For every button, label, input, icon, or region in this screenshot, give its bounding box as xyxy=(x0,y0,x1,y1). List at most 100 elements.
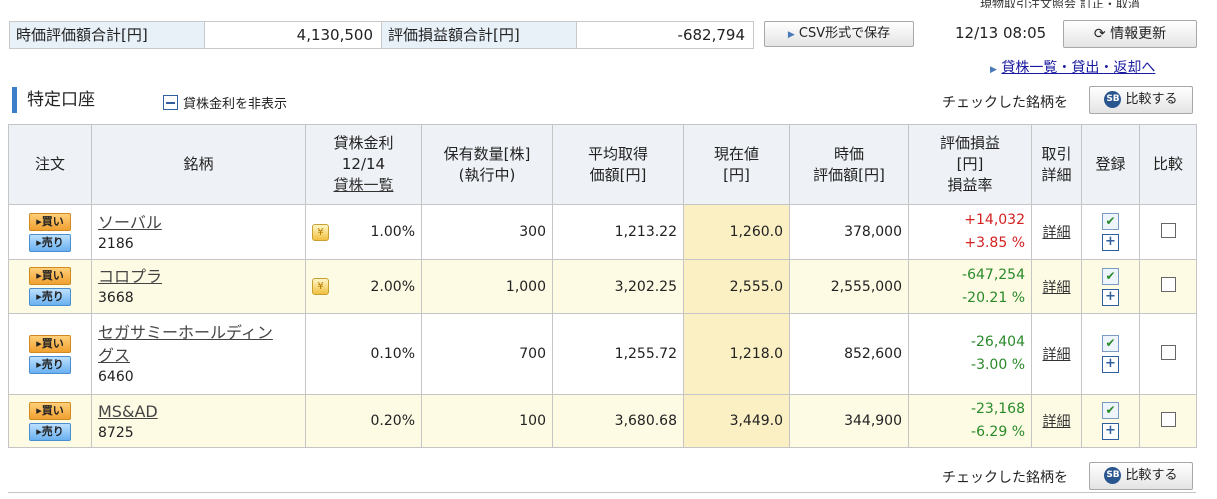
add-plus-icon[interactable]: + xyxy=(1102,356,1119,373)
detail-link[interactable]: 詳細 xyxy=(1043,347,1071,363)
holdings-table: 注文 銘柄 貸株金利 12/14 貸株一覧 保有数量[株] (執行中) 平均取得… xyxy=(8,124,1197,448)
current-price: 3,449.0 xyxy=(683,394,790,448)
buy-button[interactable]: ▸買い xyxy=(29,334,71,353)
current-price: 1,218.0 xyxy=(683,313,790,395)
buy-button[interactable]: ▸買い xyxy=(29,267,71,285)
sbi-icon: SB xyxy=(1104,467,1122,484)
sbi-icon: SB xyxy=(1104,91,1122,108)
lend-list-header-link[interactable]: 貸株一覧 xyxy=(333,176,393,194)
market-value: 2,555,000 xyxy=(789,259,909,314)
stock-name-link[interactable]: セガサミーホールディン グス xyxy=(98,323,273,365)
col-avg: 平均取得 価額[円] xyxy=(552,124,684,205)
compare-text-bottom: チェックした銘柄を xyxy=(942,470,1068,486)
compare-checkbox[interactable] xyxy=(1160,277,1176,292)
current-price: 1,260.0 xyxy=(683,204,790,260)
avg-price: 3,202.25 xyxy=(552,259,684,314)
section-title: 特定口座 xyxy=(12,87,95,113)
add-plus-icon[interactable]: + xyxy=(1102,423,1119,440)
table-row: ▸買い ▸売り セガサミーホールディン グス 6460 0.10% 700 1,2… xyxy=(8,313,1197,395)
current-price: 2,555.0 xyxy=(683,259,790,314)
profit-loss: -647,254 xyxy=(962,266,1025,283)
quantity: 1,000 xyxy=(421,259,553,314)
table-row: ▸買い ▸売り コロプラ 3668 ¥2.00% 1,000 3,202.25 … xyxy=(8,259,1197,314)
csv-save-button[interactable]: ▶ CSV形式で保存 xyxy=(764,21,914,47)
stock-name-link[interactable]: MS&AD xyxy=(98,402,158,421)
buy-button[interactable]: ▸買い xyxy=(29,212,71,231)
profit-loss-rate: +3.85 % xyxy=(964,235,1025,251)
lending-rate: 0.10% xyxy=(305,313,422,395)
minus-box-icon xyxy=(163,95,178,110)
market-value-label: 時価評価額合計[円] xyxy=(10,22,205,48)
market-value: 344,900 xyxy=(789,394,909,448)
order-inquiry-link[interactable]: 現物取引注文照会 訂正・取消 xyxy=(980,0,1140,8)
table-row: ▸買い ▸売り ソーバル 2186 ¥1.00% 300 1,213.22 1,… xyxy=(8,204,1197,260)
stock-code: 3668 xyxy=(98,290,134,306)
stock-code: 2186 xyxy=(98,235,134,252)
registered-check-icon[interactable]: ✔ xyxy=(1102,267,1119,285)
col-detail: 取引 詳細 xyxy=(1031,124,1082,205)
detail-link[interactable]: 詳細 xyxy=(1043,414,1071,430)
stock-name-link[interactable]: ソーバル xyxy=(98,213,162,232)
market-value: 378,000 xyxy=(789,204,909,260)
triangle-right-icon: ▶ xyxy=(990,65,997,75)
quantity: 300 xyxy=(421,204,553,260)
quantity: 100 xyxy=(421,394,553,448)
add-plus-icon[interactable]: + xyxy=(1102,234,1119,251)
lend-list-link[interactable]: ▶ 貸株一覧・貸出・返却へ xyxy=(990,57,1155,77)
lending-rate: 1.00% xyxy=(370,224,415,240)
avg-price: 3,680.68 xyxy=(552,394,684,448)
compare-button-bottom[interactable]: SB 比較する xyxy=(1089,462,1193,490)
profit-loss: -23,168 xyxy=(970,401,1025,417)
market-value: 4,130,500 xyxy=(205,22,382,48)
sell-button[interactable]: ▸売り xyxy=(29,355,71,374)
col-compare: 比較 xyxy=(1139,124,1197,205)
avg-price: 1,213.22 xyxy=(552,204,684,260)
summary-bar: 時価評価額合計[円] 4,130,500 評価損益額合計[円] -682,794 xyxy=(9,21,754,49)
col-name: 銘柄 xyxy=(91,124,306,205)
col-pl: 評価損益 [円] 損益率 xyxy=(908,124,1032,205)
compare-checkbox[interactable] xyxy=(1160,411,1176,427)
stock-code: 8725 xyxy=(98,424,134,441)
rate-toggle[interactable]: 貸株金利を非表示 xyxy=(163,93,287,112)
lending-rate: 2.00% xyxy=(370,278,415,295)
buy-button[interactable]: ▸買い xyxy=(29,401,71,420)
refresh-button[interactable]: ⟳ 情報更新 xyxy=(1063,20,1197,48)
sell-button[interactable]: ▸売り xyxy=(29,288,71,306)
profit-loss-rate: -20.21 % xyxy=(962,289,1025,306)
compare-button-top[interactable]: SB 比較する xyxy=(1089,86,1193,114)
lending-coin-icon: ¥ xyxy=(312,278,329,295)
timestamp: 12/13 08:05 xyxy=(955,24,1047,42)
registered-check-icon[interactable]: ✔ xyxy=(1102,335,1119,352)
profit-loss: -26,404 xyxy=(970,334,1025,350)
col-price: 現在値 [円] xyxy=(683,124,790,205)
profit-loss-rate: -6.29 % xyxy=(971,424,1025,440)
refresh-icon: ⟳ xyxy=(1093,26,1106,42)
divider xyxy=(8,492,1196,493)
compare-checkbox[interactable] xyxy=(1160,222,1176,238)
profit-loss: +14,032 xyxy=(964,212,1025,228)
triangle-right-icon: ▶ xyxy=(787,30,795,40)
table-row: ▸買い ▸売り MS&AD 8725 0.20% 100 3,680.68 3,… xyxy=(8,394,1197,448)
stock-code: 6460 xyxy=(98,369,134,385)
quantity: 700 xyxy=(421,313,553,395)
avg-price: 1,255.72 xyxy=(552,313,684,395)
stock-name-link[interactable]: コロプラ xyxy=(98,267,162,286)
profit-loss-rate: -3.00 % xyxy=(971,357,1025,373)
pl-total: -682,794 xyxy=(577,22,753,48)
compare-text-top: チェックした銘柄を xyxy=(942,95,1068,111)
detail-link[interactable]: 詳細 xyxy=(1043,225,1071,241)
col-qty: 保有数量[株] (執行中) xyxy=(421,124,553,205)
detail-link[interactable]: 詳細 xyxy=(1043,280,1071,296)
col-order: 注文 xyxy=(8,124,92,205)
add-plus-icon[interactable]: + xyxy=(1102,288,1119,306)
col-market-value: 時価 評価額[円] xyxy=(789,124,909,205)
compare-checkbox[interactable] xyxy=(1160,344,1176,360)
pl-label: 評価損益額合計[円] xyxy=(382,22,577,48)
registered-check-icon[interactable]: ✔ xyxy=(1102,213,1119,230)
lending-rate: 0.20% xyxy=(305,394,422,448)
registered-check-icon[interactable]: ✔ xyxy=(1102,402,1119,419)
sell-button[interactable]: ▸売り xyxy=(29,422,71,441)
lending-coin-icon: ¥ xyxy=(312,223,329,241)
sell-button[interactable]: ▸売り xyxy=(29,233,71,252)
col-rate: 貸株金利 12/14 貸株一覧 xyxy=(305,124,422,205)
